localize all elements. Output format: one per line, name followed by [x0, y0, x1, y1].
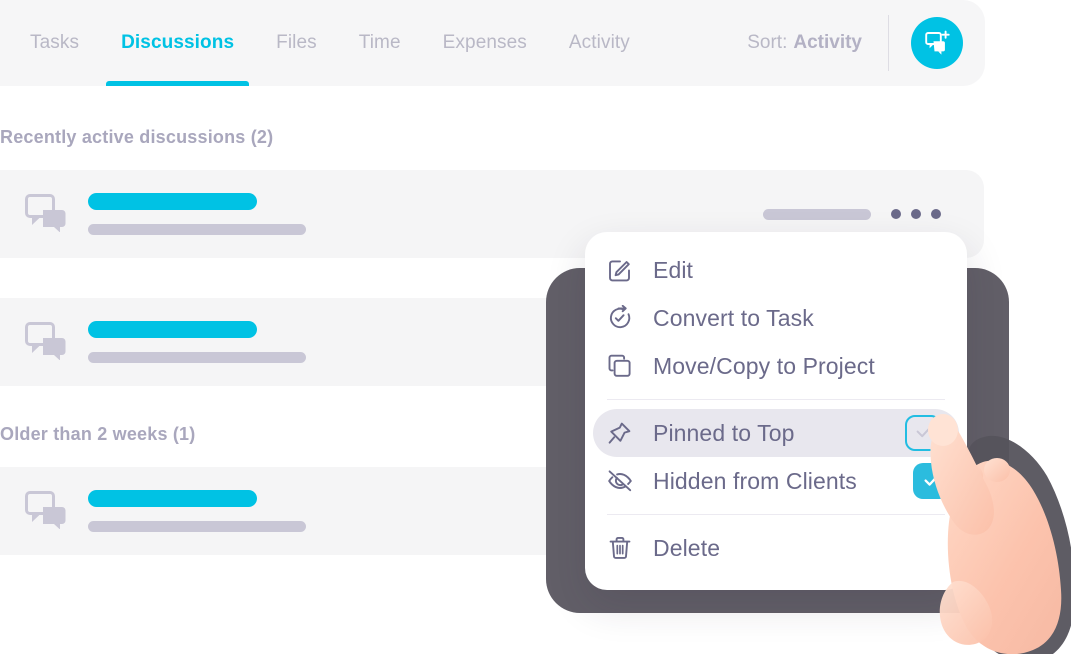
tab-files[interactable]: Files — [255, 0, 338, 86]
menu-item-hidden-from-clients[interactable]: Hidden from Clients — [585, 457, 967, 505]
tab-label: Activity — [568, 32, 630, 53]
pin-icon — [607, 420, 637, 446]
menu-item-delete[interactable]: Delete — [585, 524, 967, 572]
tab-tasks[interactable]: Tasks — [30, 0, 100, 86]
app-screenshot: Tasks Discussions Files Time Expenses Ac… — [0, 0, 1071, 654]
tab-discussions[interactable]: Discussions — [100, 0, 255, 86]
menu-item-label: Delete — [653, 534, 721, 561]
convert-task-icon — [607, 305, 637, 331]
row-title-placeholder — [88, 490, 257, 507]
dot-icon — [891, 209, 901, 219]
check-icon — [916, 428, 930, 438]
dot-icon — [931, 209, 941, 219]
tab-list: Tasks Discussions Files Time Expenses Ac… — [30, 0, 651, 86]
dot-icon — [911, 209, 921, 219]
new-discussion-button[interactable] — [911, 17, 963, 69]
tab-label: Time — [358, 32, 401, 53]
row-overflow-menu-button[interactable] — [891, 209, 941, 219]
menu-item-edit[interactable]: Edit — [585, 246, 967, 294]
menu-item-label: Hidden from Clients — [653, 467, 857, 494]
menu-divider — [607, 514, 945, 515]
section-heading-older: Older than 2 weeks (1) — [0, 424, 196, 444]
menu-item-pinned-to-top[interactable]: Pinned to Top — [593, 409, 959, 457]
hidden-from-clients-checkbox[interactable] — [913, 463, 949, 499]
pinned-to-top-checkbox[interactable] — [905, 415, 941, 451]
menu-item-label: Move/Copy to Project — [653, 352, 875, 379]
row-title-placeholder — [88, 321, 257, 338]
row-subtitle-placeholder — [88, 521, 306, 532]
tab-label: Tasks — [30, 32, 80, 53]
discussion-bubbles-icon — [24, 192, 70, 237]
menu-item-convert-to-task[interactable]: Convert to Task — [585, 294, 967, 342]
menu-item-label: Edit — [653, 256, 694, 283]
menu-item-label: Pinned to Top — [653, 419, 795, 446]
tab-expenses[interactable]: Expenses — [422, 0, 548, 86]
row-subtitle-placeholder — [88, 224, 306, 235]
row-placeholder-bars — [88, 193, 306, 235]
top-navigation-bar: Tasks Discussions Files Time Expenses Ac… — [0, 0, 985, 86]
row-placeholder-bars — [88, 321, 306, 363]
row-title-placeholder — [88, 193, 257, 210]
edit-pencil-icon — [607, 257, 637, 283]
sort-label: Sort: — [747, 32, 788, 53]
copy-icon — [607, 353, 637, 379]
menu-divider — [607, 399, 945, 400]
trash-icon — [607, 535, 637, 561]
row-subtitle-placeholder — [88, 352, 306, 363]
tab-label: Expenses — [442, 32, 527, 53]
tab-activity[interactable]: Activity — [548, 0, 651, 86]
tab-label: Discussions — [121, 32, 235, 53]
section-heading-recent: Recently active discussions (2) — [0, 127, 274, 147]
tab-time[interactable]: Time — [338, 0, 422, 86]
sort-value[interactable]: Activity — [793, 32, 862, 54]
tab-label: Files — [276, 32, 317, 53]
row-placeholder-bars — [88, 490, 306, 532]
new-message-icon — [925, 30, 950, 55]
discussion-bubbles-icon — [24, 320, 70, 365]
menu-item-label: Convert to Task — [653, 304, 814, 331]
top-bar-actions: Sort: Activity — [747, 0, 963, 86]
check-icon — [924, 476, 938, 486]
discussion-bubbles-icon — [24, 489, 70, 534]
eye-off-icon — [607, 468, 637, 494]
toolbar-divider — [888, 15, 889, 71]
discussion-context-menu: Edit Convert to Task Move/Copy to Projec… — [585, 232, 967, 590]
menu-item-move-copy-to-project[interactable]: Move/Copy to Project — [585, 342, 967, 390]
row-meta-placeholder — [763, 208, 871, 220]
